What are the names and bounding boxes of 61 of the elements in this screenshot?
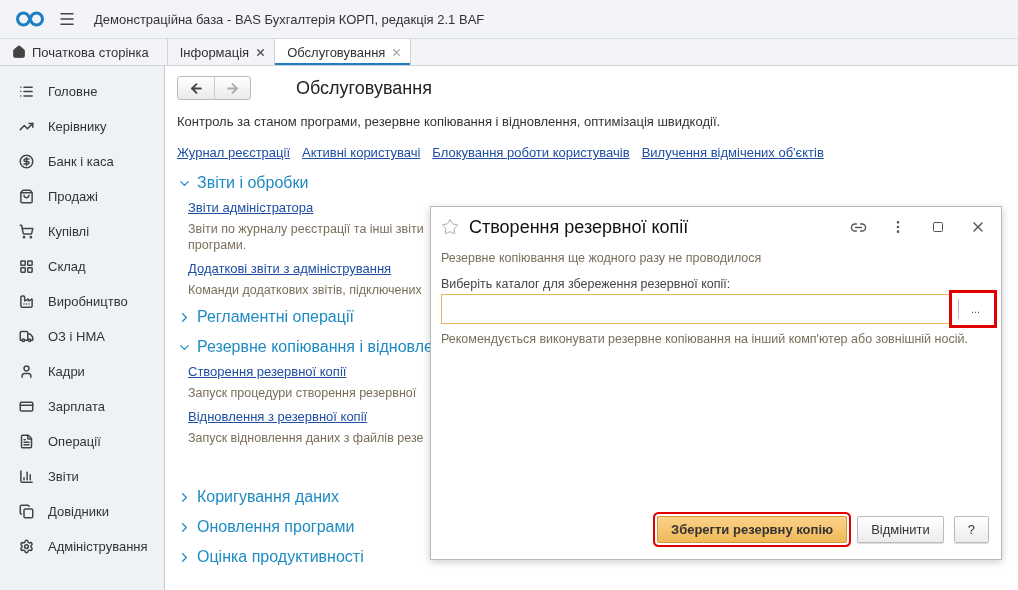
link[interactable]: Активні користувачі <box>302 145 421 160</box>
item-description: Команди додаткових звітів, підключених <box>188 282 422 298</box>
bag-icon <box>19 189 34 204</box>
bar-chart-icon <box>19 469 34 484</box>
card-icon <box>19 399 34 414</box>
sidebar-item[interactable]: Кадри <box>0 354 164 389</box>
link[interactable]: Вилучення відмічених об'єктів <box>641 145 824 160</box>
link[interactable]: Звіти адміністратора <box>188 200 314 215</box>
item-description: програми. <box>188 237 247 253</box>
link[interactable]: Блокування роботи користувачів <box>432 145 630 160</box>
document-icon <box>19 434 34 449</box>
logo-icon <box>16 11 44 27</box>
sidebar-item[interactable]: Адміністрування <box>0 529 164 564</box>
hint-text: Рекомендується виконувати резервне копіювання на інший комп'ютер або зовнішній носій. <box>441 332 969 346</box>
sidebar-item[interactable]: Виробництво <box>0 284 164 319</box>
section-title: Звіти і обробки <box>197 174 309 192</box>
sidebar-item[interactable]: Звіти <box>0 459 164 494</box>
dialog-button[interactable]: ? <box>953 516 989 543</box>
tab-label: Інформація <box>179 44 250 60</box>
item-description: Запуск відновлення даних з файлів резе <box>188 430 424 446</box>
window-title: Демонстраційна база - BAS Бухгалтерія КОРП, редакція 2.1 BAF <box>94 11 485 27</box>
settings-icon <box>19 539 34 554</box>
sidebar-item[interactable]: ОЗ і НМА <box>0 319 164 354</box>
dialog-title: Створення резервної копії <box>469 216 690 238</box>
sidebar-item[interactable]: Керівнику <box>0 109 164 144</box>
cart-icon <box>19 224 34 239</box>
link[interactable]: Журнал реєстрації <box>177 145 290 160</box>
right-arrow-icon <box>225 80 240 96</box>
page-description: Контроль за станом програми, резервне копіювання і відновлення, оптимізація швидкодії. <box>177 114 722 129</box>
sidebar-item[interactable]: Продажі <box>0 179 164 214</box>
dialog-button[interactable]: Відмінити <box>857 516 944 543</box>
sidebar-item[interactable]: Зарплата <box>0 389 164 424</box>
list-icon <box>19 84 34 99</box>
sidebar-item[interactable]: Купівлі <box>0 214 164 249</box>
menu-icon[interactable] <box>58 10 76 28</box>
favorite-star-icon[interactable] <box>441 218 459 236</box>
truck-icon <box>19 329 34 344</box>
link[interactable]: Створення резервної копії <box>188 364 347 379</box>
copy-icon <box>19 504 34 519</box>
tab-label: Початкова сторінка <box>32 44 149 60</box>
sidebar-item[interactable]: Склад <box>0 249 164 284</box>
coin-icon <box>19 154 34 169</box>
page-title: Обслуговування <box>296 77 432 99</box>
sidebar-item[interactable]: Довідники <box>0 494 164 529</box>
grid-icon <box>19 259 34 274</box>
item-description: Звіти по журналу реєстрації та інші звіти <box>188 221 424 237</box>
factory-icon <box>19 294 34 309</box>
link[interactable]: Додаткові звіти з адміністрування <box>188 261 392 276</box>
sidebar-item[interactable]: Головне <box>0 74 164 109</box>
person-icon <box>19 364 34 379</box>
status-text: Резервне копіювання ще жодного разу не проводилося <box>441 251 763 265</box>
tab-label: Обслуговування <box>287 44 386 60</box>
item-description: Запуск процедури створення резервної <box>188 385 417 401</box>
sidebar-item[interactable]: Банк і каса <box>0 144 164 179</box>
sidebar-item[interactable]: Операції <box>0 424 164 459</box>
close-icon[interactable] <box>255 46 267 58</box>
section-header[interactable]: Звіти і обробки <box>177 174 309 192</box>
field-label: Виберіть каталог для збереження резервної копії: <box>441 277 732 291</box>
link[interactable]: Відновлення з резервної копії <box>188 409 368 424</box>
tab[interactable]: Обслуговування <box>275 39 412 65</box>
home-icon <box>12 45 26 59</box>
